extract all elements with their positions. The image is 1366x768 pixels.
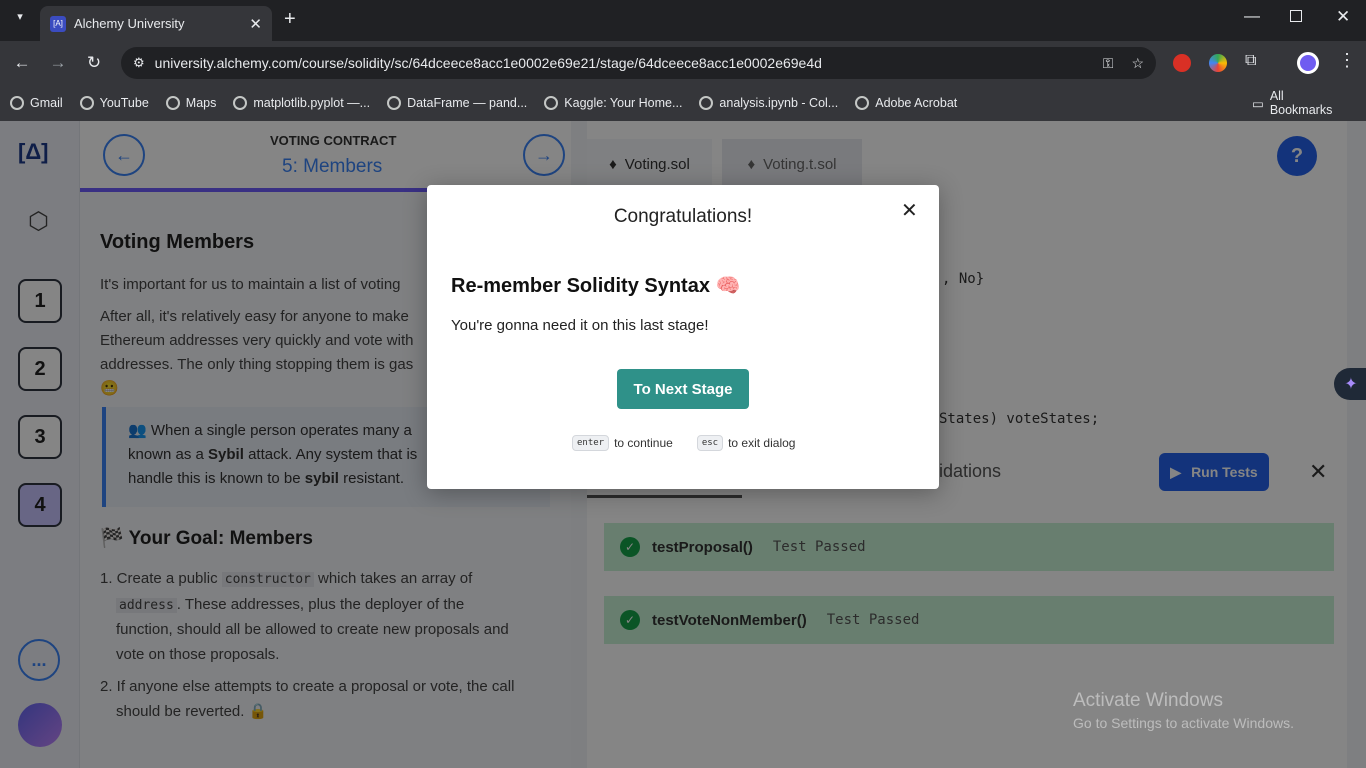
all-bookmarks[interactable]: ▭ All Bookmarks — [1252, 89, 1349, 117]
site-info-icon[interactable]: ⚙ — [133, 55, 145, 71]
close-window-button[interactable]: ✕ — [1336, 7, 1350, 27]
globe-icon — [79, 96, 94, 110]
back-icon[interactable]: ← — [4, 53, 40, 73]
bookmark-maps[interactable]: Maps — [165, 96, 217, 110]
bookmark-star-icon[interactable]: ☆ — [1131, 55, 1144, 72]
bookmark-label: Gmail — [30, 96, 63, 110]
extension-red-icon[interactable] — [1173, 54, 1191, 72]
bookmark-label: analysis.ipynb - Col... — [719, 96, 839, 110]
next-stage-button[interactable]: To Next Stage — [617, 369, 749, 409]
all-bookmarks-label: All Bookmarks — [1269, 89, 1333, 117]
bookmark-label: Kaggle: Your Home... — [564, 96, 683, 110]
globe-icon — [165, 96, 180, 110]
dialog-body: You're gonna need it on this last stage! — [451, 317, 709, 334]
gmail-icon — [10, 96, 24, 110]
tab-title: Alchemy University — [74, 16, 185, 31]
extensions-puzzle-icon[interactable]: ⧉ — [1245, 52, 1256, 70]
bookmark-label: DataFrame — pand... — [407, 96, 528, 110]
globe-icon — [699, 96, 714, 110]
bookmark-youtube[interactable]: YouTube — [79, 96, 149, 110]
ai-sparkle-button[interactable]: ✦ — [1334, 368, 1366, 400]
close-icon[interactable]: ✕ — [901, 198, 918, 223]
password-key-icon[interactable]: ⚿ — [1103, 55, 1114, 72]
bookmark-gmail[interactable]: Gmail — [10, 96, 63, 110]
alchemy-favicon-icon: [A] — [50, 15, 66, 32]
browser-menu-icon[interactable]: ⋮ — [1338, 50, 1356, 71]
bookmark-dataframe[interactable]: DataFrame — pand... — [387, 96, 527, 110]
enter-hint: to continue — [614, 436, 673, 450]
keyboard-hints: enter to continue esc to exit dialog — [572, 435, 795, 451]
dialog-title: Re-member Solidity Syntax 🧠 — [451, 275, 741, 297]
new-tab-button[interactable]: + — [284, 8, 296, 31]
reload-icon[interactable]: ↻ — [76, 53, 112, 73]
globe-icon — [233, 96, 248, 110]
bookmarks-bar: Gmail YouTube Maps matplotlib.pyplot —..… — [0, 85, 1366, 121]
profile-avatar-icon[interactable] — [1297, 52, 1319, 74]
esc-key: esc — [696, 435, 724, 451]
address-bar[interactable]: ⚙ university.alchemy.com/course/solidity… — [121, 47, 1156, 79]
tab-search-icon[interactable]: ▾ — [10, 10, 30, 30]
enter-key: enter — [572, 435, 610, 451]
bookmark-label: Adobe Acrobat — [875, 96, 958, 110]
activate-windows-subtitle: Go to Settings to activate Windows. — [1073, 715, 1294, 731]
bookmark-analysis[interactable]: analysis.ipynb - Col... — [699, 96, 838, 110]
forward-icon[interactable]: → — [40, 53, 76, 73]
bookmark-label: Maps — [185, 96, 217, 110]
congrats-dialog: Congratulations! ✕ Re-member Solidity Sy… — [427, 185, 939, 489]
bookmark-adobe[interactable]: Adobe Acrobat — [855, 96, 957, 110]
globe-icon — [387, 96, 402, 110]
extension-color-icon[interactable] — [1209, 54, 1227, 72]
tab-strip: ▾ [A] Alchemy University ✕ + — ✕ — [0, 0, 1366, 41]
bookmark-label: YouTube — [99, 96, 149, 110]
browser-tab[interactable]: [A] Alchemy University ✕ — [40, 6, 272, 41]
bookmark-matplotlib[interactable]: matplotlib.pyplot —... — [233, 96, 370, 110]
bookmark-kaggle[interactable]: Kaggle: Your Home... — [544, 96, 682, 110]
folder-icon: ▭ — [1252, 96, 1264, 111]
bookmark-label: matplotlib.pyplot —... — [253, 96, 371, 110]
url-text: university.alchemy.com/course/solidity/s… — [154, 55, 822, 71]
globe-icon — [544, 96, 559, 110]
esc-hint: to exit dialog — [728, 436, 796, 450]
restore-button[interactable] — [1290, 10, 1302, 22]
globe-icon — [855, 96, 870, 110]
close-tab-icon[interactable]: ✕ — [249, 15, 262, 33]
minimize-button[interactable]: — — [1244, 8, 1260, 26]
activate-windows-title: Activate Windows — [1073, 690, 1223, 711]
dialog-heading: Congratulations! — [613, 206, 753, 227]
